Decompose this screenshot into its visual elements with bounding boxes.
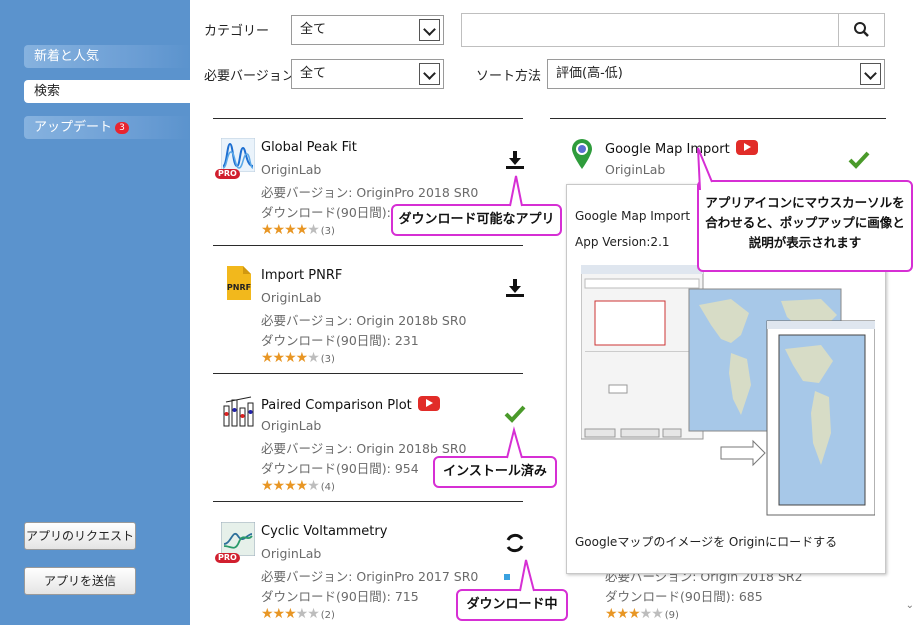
download-icon[interactable] (505, 278, 525, 298)
callout-installed: インストール済み (433, 456, 557, 488)
youtube-icon[interactable] (417, 396, 440, 411)
rating-stars: ★★★★★ (3) (261, 222, 335, 238)
callout-downloading: ダウンロード中 (456, 589, 568, 621)
rating-stars: ★★★★★ (9) (605, 606, 679, 622)
app-publisher: OriginLab (261, 290, 322, 305)
app-version: 必要バージョン: Origin 2018b SR0 (261, 441, 467, 456)
app-version: 必要バージョン: OriginPro 2018 SR0 (261, 185, 479, 200)
app-name[interactable]: Global Peak Fit (261, 140, 357, 155)
version-label: 必要バージョン (204, 69, 295, 84)
app-downloads: ダウンロード(90日間): 8 (261, 205, 403, 220)
download-progress-bar (504, 574, 510, 580)
rating-stars: ★★★★★ (4) (261, 478, 335, 494)
app-name[interactable]: Import PNRF (261, 268, 342, 283)
app-downloads: ダウンロード(90日間): 954 (261, 461, 419, 476)
divider (213, 373, 523, 374)
pro-badge: PRO (215, 169, 240, 179)
app-publisher: OriginLab (261, 418, 322, 433)
version-select[interactable]: 全て (291, 59, 444, 89)
search-button[interactable] (838, 14, 884, 46)
app-downloads: ダウンロード(90日間): 231 (261, 333, 419, 348)
rating-stars: ★★★★★ (3) (261, 350, 335, 366)
app-name[interactable]: Cyclic Voltammetry (261, 524, 387, 539)
app-version: 必要バージョン: OriginPro 2017 SR0 (261, 569, 479, 584)
popup-title: Google Map Import (575, 209, 691, 223)
callout-downloadable: ダウンロード可能なアプリ (391, 204, 562, 236)
loading-spinner-icon (506, 533, 524, 553)
app-publisher: OriginLab (261, 162, 322, 177)
map-pin-icon[interactable] (570, 138, 594, 170)
scroll-down-icon[interactable]: ⌄ (906, 600, 914, 611)
updates-badge: 3 (115, 122, 130, 134)
youtube-icon[interactable] (735, 140, 758, 155)
divider (213, 501, 523, 502)
installed-check-icon (504, 405, 526, 423)
app-publisher: OriginLab (605, 162, 666, 177)
sort-label: ソート方法 (476, 69, 542, 84)
popup-description: Googleマップのイメージを Originにロードする (575, 535, 838, 549)
rating-stars: ★★★★★ (2) (261, 606, 335, 622)
divider (213, 245, 523, 246)
nav-updates[interactable]: アップデート 3 (24, 116, 190, 139)
file-pnrf-icon[interactable]: PNRF (221, 266, 255, 300)
chevron-down-icon (860, 63, 881, 85)
callout-hover-popup: アプリアイコンにマウスカーソルを 合わせると、ポップアップに画像と 説明が表示さ… (697, 180, 913, 272)
search-icon (854, 22, 869, 37)
installed-check-icon (848, 151, 870, 169)
sidebar: 新着と人気 検索 アップデート 3 アプリのリクエスト アプリを送信 (0, 0, 190, 625)
nav-search[interactable]: 検索 (24, 80, 190, 103)
nav-new-popular[interactable]: 新着と人気 (24, 45, 190, 68)
divider (550, 118, 886, 119)
svg-text:PNRF: PNRF (227, 283, 251, 292)
app-publisher: OriginLab (261, 546, 322, 561)
popup-preview-image (581, 265, 875, 516)
peak-fit-icon[interactable] (221, 138, 255, 172)
app-downloads: ダウンロード(90日間): 715 (261, 589, 419, 604)
sort-select[interactable]: 評価(高-低) (547, 59, 885, 89)
app-card[interactable]: PNRF Import PNRF OriginLab 必要バージョン: Orig… (213, 248, 543, 373)
search-input[interactable] (461, 13, 885, 47)
chevron-down-icon (419, 63, 440, 85)
voltammetry-icon[interactable] (221, 522, 255, 556)
app-version: 必要バージョン: Origin 2018b SR0 (261, 313, 467, 328)
comparison-plot-icon[interactable] (221, 394, 255, 428)
pro-badge: PRO (215, 553, 240, 563)
divider (213, 118, 523, 119)
request-app-button[interactable]: アプリのリクエスト (24, 522, 136, 550)
send-app-button[interactable]: アプリを送信 (24, 567, 136, 595)
popup-version: App Version:2.1 (575, 235, 670, 249)
category-label: カテゴリー (204, 24, 270, 39)
chevron-down-icon (419, 19, 440, 41)
app-name[interactable]: Paired Comparison Plot (261, 396, 440, 413)
category-select[interactable]: 全て (291, 15, 444, 45)
app-name[interactable]: Google Map Import (605, 140, 758, 157)
app-downloads: ダウンロード(90日間): 685 (605, 589, 763, 604)
download-icon[interactable] (505, 150, 525, 170)
